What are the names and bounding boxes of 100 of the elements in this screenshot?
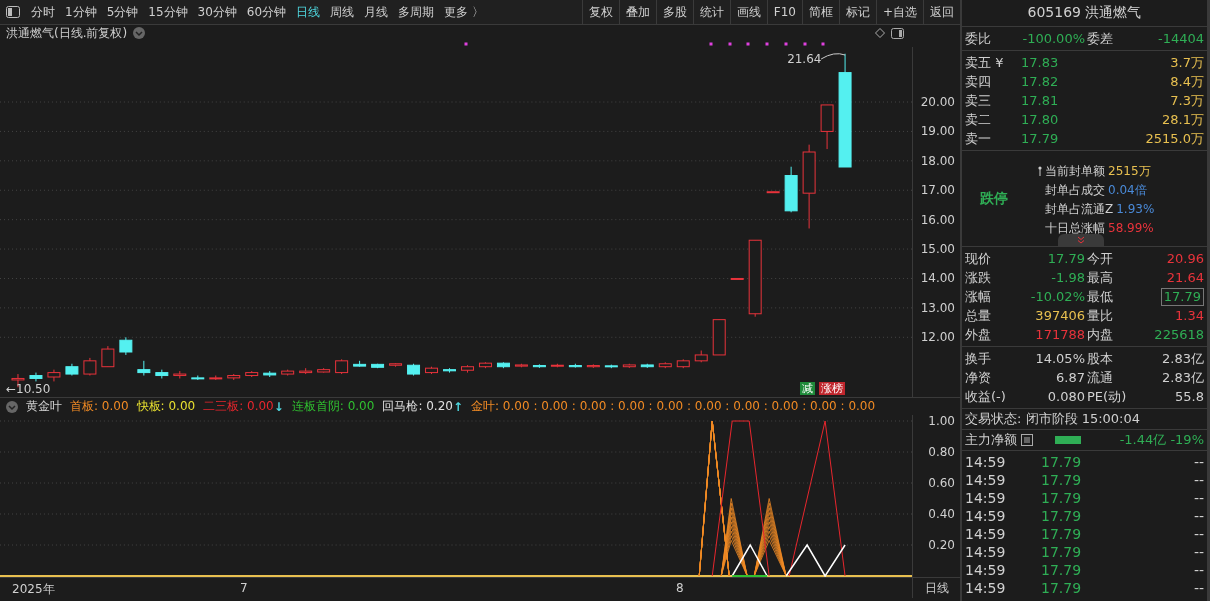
toolbar-button[interactable]: F10 <box>766 0 802 24</box>
ask-volume: 2515.0万 <box>1145 130 1204 147</box>
chevron-circle-icon[interactable] <box>6 400 18 413</box>
period-tab[interactable]: 15分钟 <box>143 3 193 21</box>
toolbar-button[interactable]: 画线 <box>729 0 767 24</box>
value-tick: 1.00 <box>928 415 955 428</box>
boxed-quote-value: 17.79 <box>1160 287 1204 306</box>
quote-value: -14404 <box>1157 30 1204 47</box>
stock-header: 605169 洪通燃气 <box>962 0 1207 27</box>
toolbar-button[interactable]: 标记 <box>838 0 876 24</box>
quote-label: 涨幅 <box>965 288 991 305</box>
period-tab[interactable]: 多周期 <box>393 3 440 21</box>
candle <box>514 363 528 368</box>
candle <box>586 363 600 369</box>
trade-time: 14:59 <box>965 526 1006 542</box>
period-tab[interactable]: 月线 <box>359 3 394 21</box>
trade-price: 17.79 <box>1041 544 1082 560</box>
trade-time: 14:59 <box>965 508 1006 524</box>
period-tab[interactable]: 分时 <box>26 3 60 21</box>
candle <box>820 104 834 150</box>
panel-toggle-icon[interactable] <box>6 6 20 18</box>
toolbar-button[interactable]: 简框 <box>801 0 839 24</box>
period-tab[interactable]: 5分钟 <box>101 3 144 21</box>
quote-label: 委差 <box>1086 30 1113 47</box>
value-tick: 0.60 <box>928 476 955 490</box>
toolbar-button[interactable]: +自选 <box>875 0 923 24</box>
candle <box>101 345 115 368</box>
quote-label: 总量 <box>965 307 991 324</box>
candle <box>694 350 708 363</box>
candle <box>658 361 672 369</box>
candle <box>65 363 79 377</box>
ask-price: 17.79 <box>1021 130 1059 147</box>
quote-label: 最高 <box>1086 269 1113 286</box>
candle <box>227 373 241 381</box>
quote-value: -100.00% <box>1022 30 1085 47</box>
toolbar-button[interactable]: 叠加 <box>618 0 656 24</box>
trade-side-text: -- <box>1193 508 1204 524</box>
trade-price: 17.79 <box>1041 472 1082 488</box>
period-tab[interactable]: 日线 <box>291 3 326 21</box>
price-tick: 12.00 <box>920 330 955 345</box>
quote-label: 收益(-) <box>965 388 1006 405</box>
quote-value: 17.79 <box>1047 250 1085 267</box>
candle <box>119 336 133 356</box>
trade-price: 17.79 <box>1041 490 1082 506</box>
period-tab[interactable]: 30分钟 <box>192 3 242 21</box>
toolbar-button[interactable]: 复权 <box>581 0 619 24</box>
trade-side-text: -- <box>1193 490 1204 506</box>
trade-side-text: -- <box>1193 580 1204 596</box>
period-tab[interactable]: 更多 〉 <box>439 3 489 21</box>
indicator-name: 黄金叶 <box>26 398 62 415</box>
indicator-value: 首板: 0.00 <box>70 398 129 415</box>
quote-label: 外盘 <box>965 326 991 343</box>
chevron-circle-icon[interactable] <box>133 27 146 39</box>
quote-label: 卖二 <box>965 111 991 128</box>
price-tick: 20.00 <box>920 95 955 109</box>
double-chevron-icon <box>1076 236 1086 244</box>
candle <box>209 375 223 381</box>
trade-side-text: -- <box>1193 562 1204 578</box>
trade-side-text: -- <box>1193 526 1204 542</box>
diamond-icon[interactable] <box>875 28 885 38</box>
price-tick: 17.00 <box>920 183 955 198</box>
quote-value: 21.64 <box>1166 269 1204 286</box>
toolbar-button[interactable]: 返回 <box>923 0 960 24</box>
candle <box>155 369 169 379</box>
limit-value: 2515万 <box>1108 162 1151 180</box>
toolbar-button[interactable]: 多股 <box>655 0 693 24</box>
candle <box>766 191 780 194</box>
ask-price: 17.80 <box>1021 111 1059 128</box>
candle <box>784 166 798 213</box>
limit-status: 跌停 <box>979 188 1009 208</box>
quote-label: PE(动) <box>1086 388 1127 405</box>
candle <box>730 277 744 280</box>
indicator-value: 快板: 0.00 <box>136 398 196 415</box>
candle <box>47 369 61 382</box>
candle <box>335 358 349 375</box>
candle <box>299 367 313 375</box>
period-tab[interactable]: 1分钟 <box>60 3 102 21</box>
quote-value: 171788 <box>1035 326 1085 343</box>
collapse-button[interactable] <box>1058 234 1104 246</box>
value-tick: 0.40 <box>928 507 955 521</box>
quote-value: 397406 <box>1035 307 1085 324</box>
quote-value: 6.87 <box>1056 369 1085 386</box>
time-tick: 8 <box>676 581 684 595</box>
toolbar-button[interactable]: 统计 <box>692 0 730 24</box>
list-icon[interactable] <box>1021 434 1033 446</box>
candle <box>425 366 438 375</box>
candle <box>389 362 403 368</box>
period-tab[interactable]: 周线 <box>325 3 360 21</box>
trade-price: 17.79 <box>1041 454 1082 470</box>
candle <box>83 357 97 377</box>
period-tab[interactable]: 60分钟 <box>241 3 292 21</box>
flow-value: -1.44亿 -19% <box>1119 431 1204 449</box>
period-label: 日线 <box>912 578 960 598</box>
trade-time: 14:59 <box>965 580 1006 596</box>
candle <box>478 361 492 369</box>
panel-toggle-icon[interactable] <box>891 27 904 39</box>
flow-bar-icon <box>1055 436 1081 444</box>
quote-label: 股本 <box>1086 350 1113 367</box>
candle <box>496 361 510 369</box>
candle <box>317 367 331 374</box>
